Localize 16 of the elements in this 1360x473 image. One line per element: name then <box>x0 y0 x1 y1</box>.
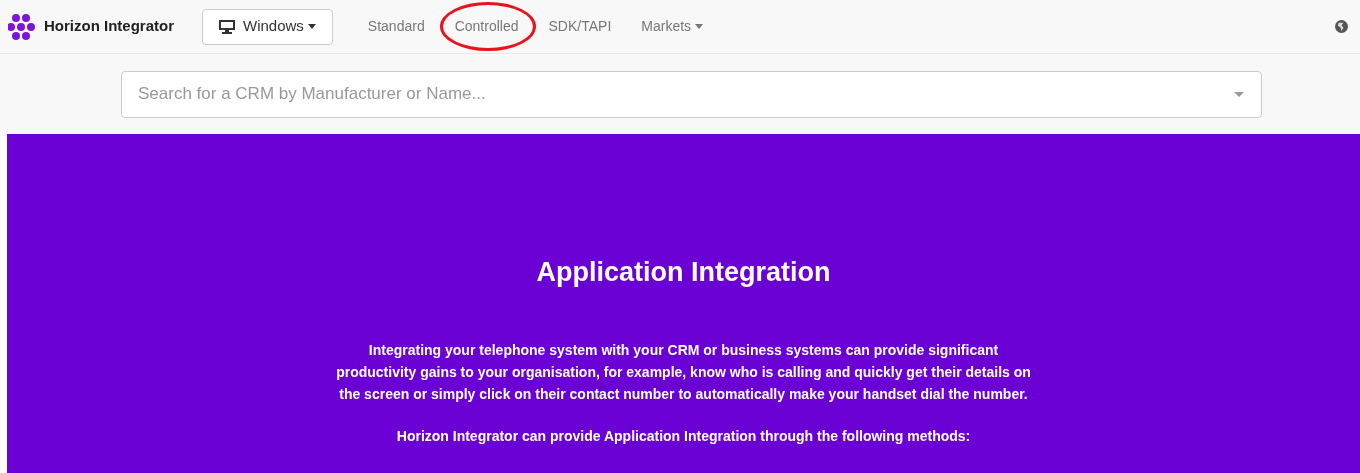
hero-paragraph: Integrating your telephone system with your CRM or business systems can provide significant productivity gains to your organisation, for example, know who is calling and quickly get their details on the screen or simply click on their contact number to automatically make your handset dial the number. <box>335 340 1032 404</box>
caret-icon <box>307 24 316 29</box>
logo-icon <box>8 12 36 41</box>
caret-icon <box>695 24 704 29</box>
search-field[interactable]: Search for a CRM by Manufacturer or Name... <box>121 70 1262 118</box>
brand-name[interactable]: Horizon Integrator <box>44 15 174 38</box>
nav-link[interactable]: Markets <box>641 16 704 37</box>
platform-dropdown-button[interactable]: Windows <box>202 8 333 45</box>
globe-icon[interactable] <box>1335 20 1348 33</box>
hero-title: Application Integration <box>536 256 831 289</box>
caret-icon <box>1234 91 1244 97</box>
hero-paragraph: Horizon Integrator can provide Application Integration through the following methods: <box>395 426 972 446</box>
nav-link[interactable]: SDK/TAPI <box>548 16 612 37</box>
nav-link[interactable]: Controlled <box>454 16 519 37</box>
nav-link[interactable]: Standard <box>367 16 425 37</box>
monitor-icon <box>219 19 235 34</box>
